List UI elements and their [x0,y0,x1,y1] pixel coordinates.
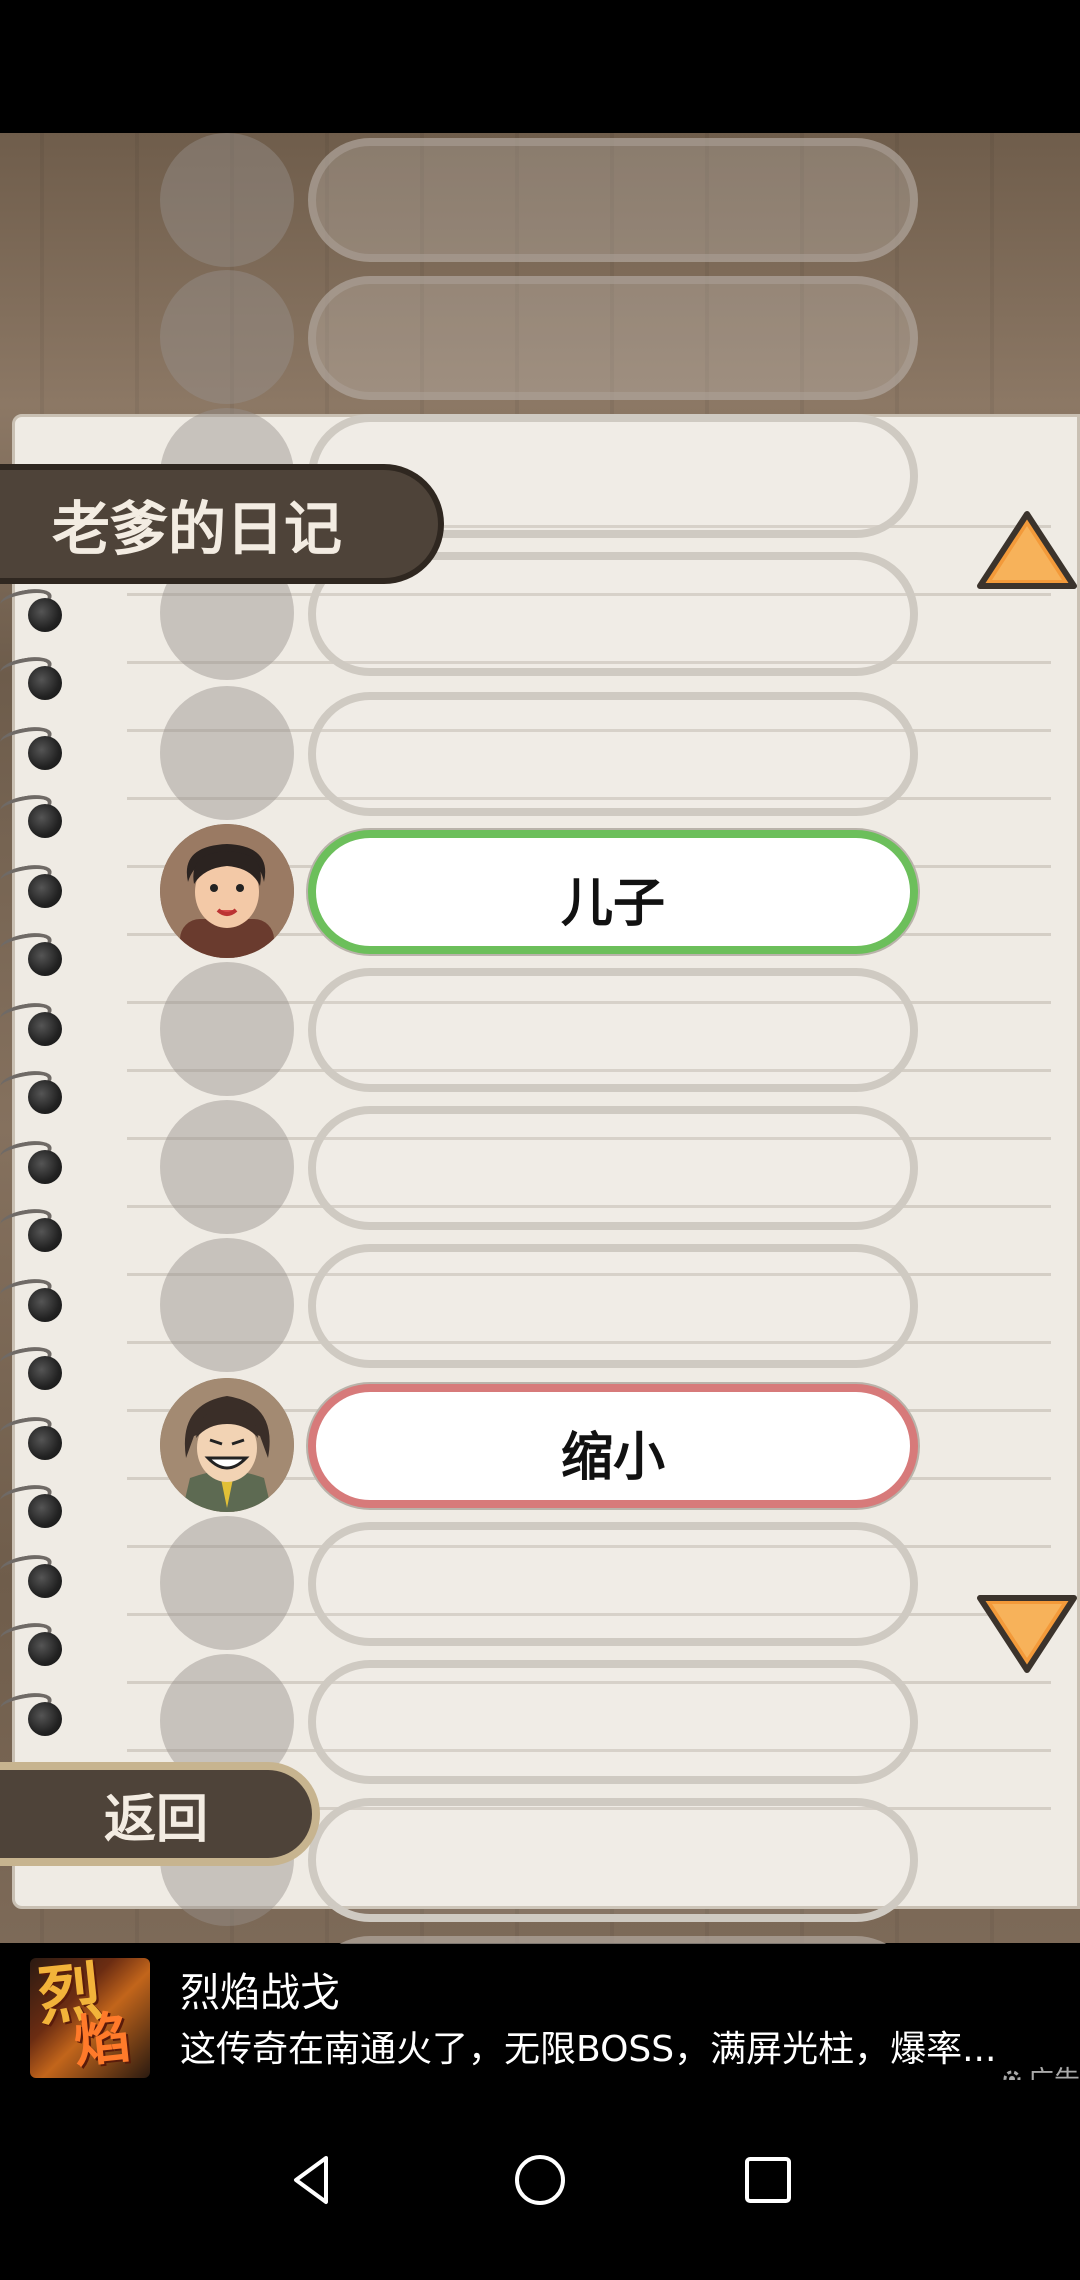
entry-avatar-locked [160,1238,294,1372]
scroll-down-button[interactable] [974,1590,1080,1676]
entry-label [316,976,910,1084]
entry-avatar-locked [160,686,294,820]
game-screen: 儿子 缩小 老爹的日记 返回 烈 焰 烈焰战戈 这传奇在南通火了，无限BOSS，… [0,0,1080,2280]
entry-avatar-locked [160,133,294,267]
spiral-ring [0,1062,70,1122]
shrink-avatar[interactable] [160,1378,294,1512]
spiral-ring [0,1476,70,1536]
entry-avatar-locked [160,270,294,404]
entry-avatar-locked [160,1100,294,1234]
back-button-label: 返回 [103,1789,208,1850]
entry-pill-son[interactable]: 儿子 [308,830,918,954]
spiral-ring [0,786,70,846]
triangle-up-icon [977,511,1077,589]
ad-description[interactable]: 这传奇在南通火了，无限BOSS，满屏光柱，爆率... [180,2020,1020,2072]
spiral-ring [0,1546,70,1606]
entry-label [316,1668,910,1776]
home-circle-icon[interactable] [510,2150,570,2210]
ad-title[interactable]: 烈焰战戈 [180,1960,340,2018]
spiral-ring [0,1270,70,1330]
back-triangle-icon[interactable] [282,2150,342,2210]
spiral-ring [0,1338,70,1398]
diary-title-tab: 老爹的日记 [0,464,444,584]
spiral-ring [0,1132,70,1192]
diary-title: 老爹的日记 [52,495,343,563]
entry-label: 儿子 [560,873,665,934]
entry-label [316,700,910,808]
entry-pill-shrink[interactable]: 缩小 [308,1384,918,1508]
spiral-ring [0,1614,70,1674]
spiral-ring [0,1200,70,1260]
entry-label [316,1252,910,1360]
entry-label [316,1806,910,1914]
entry-pill[interactable] [308,276,918,400]
entry-pill[interactable] [308,1522,918,1646]
ad-game-icon[interactable]: 烈 焰 [30,1958,150,2078]
entry-label [316,146,910,254]
entry-label [316,1530,910,1638]
son-avatar[interactable] [160,824,294,958]
spiral-ring [0,1684,70,1744]
entry-label [316,1114,910,1222]
spiral-ring [0,648,70,708]
entry-label [316,284,910,392]
entry-pill[interactable] [308,968,918,1092]
entry-avatar-locked [160,1516,294,1650]
mother-face-icon [160,824,294,958]
spiral-ring [0,994,70,1054]
entry-pill[interactable] [308,138,918,262]
scroll-up-button[interactable] [974,508,1080,594]
spiral-ring [0,856,70,916]
back-button[interactable]: 返回 [0,1762,320,1866]
spiral-ring [0,924,70,984]
spiral-ring [0,1408,70,1468]
system-navigation-bar [0,2080,1080,2280]
triangle-down-icon [977,1595,1077,1673]
entry-avatar-locked [160,962,294,1096]
recents-square-icon[interactable] [738,2150,798,2210]
entry-label: 缩小 [560,1427,665,1488]
entry-pill[interactable] [308,692,918,816]
ad-icon-text: 焰 [70,2005,134,2076]
spiral-ring [0,580,70,640]
entry-pill[interactable] [308,1798,918,1922]
spiral-ring [0,718,70,778]
entry-pill[interactable] [308,1660,918,1784]
entry-pill[interactable] [308,1244,918,1368]
entry-pill[interactable] [308,1106,918,1230]
grinning-man-icon [160,1378,294,1512]
ad-banner[interactable]: 烈 焰 烈焰战戈 这传奇在南通火了，无限BOSS，满屏光柱，爆率... 广告 [0,1944,1080,2096]
